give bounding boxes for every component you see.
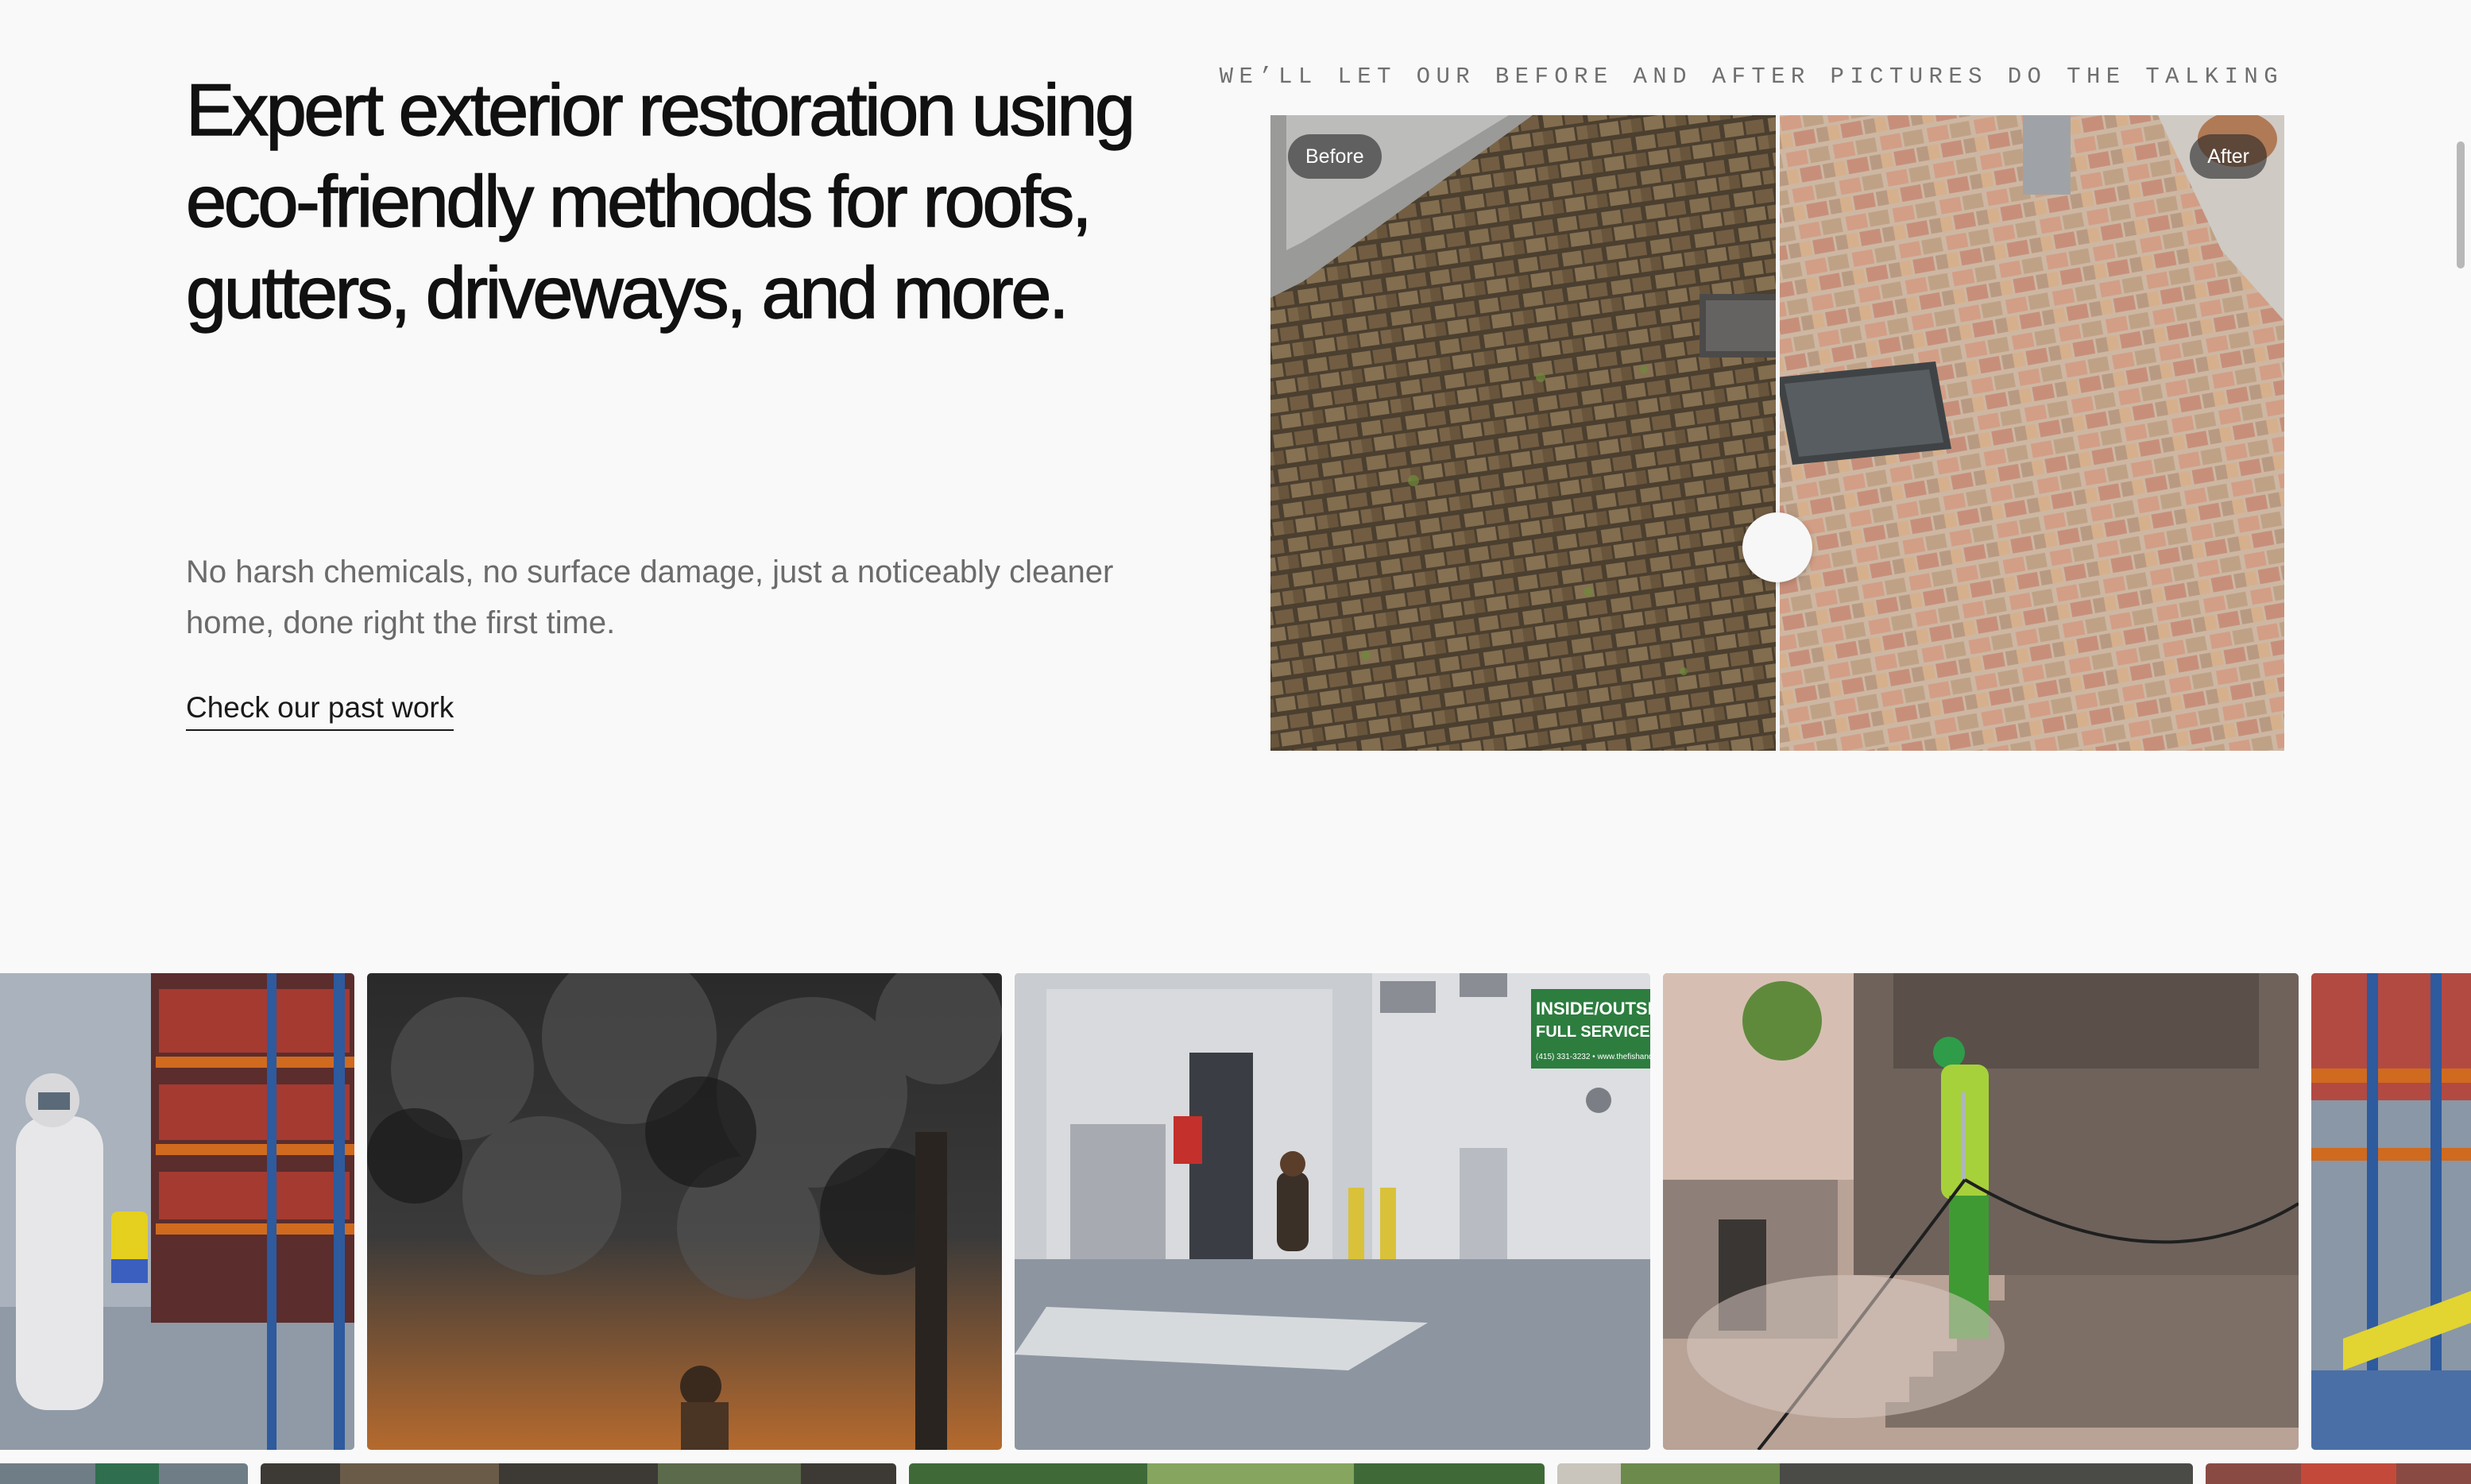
scrollbar-thumb[interactable]	[2457, 141, 2465, 269]
gallery-photo-stairs-washing	[1663, 973, 2299, 1450]
slider-divider	[1776, 115, 1780, 751]
check-past-work-link[interactable]: Check our past work	[186, 688, 454, 731]
gallery-photo-row2-4	[1557, 1463, 2193, 1484]
before-image	[1270, 115, 1777, 751]
gallery-photo-row2-5	[2206, 1463, 2471, 1484]
hero-subtext: No harsh chemicals, no surface damage, j…	[186, 555, 1114, 640]
gallery-photo-row2-2	[261, 1463, 896, 1484]
gallery-photo-restaurant-washing: INSIDE/OUTSIDE FULL SERVICE DINI (415) 3…	[1015, 973, 1650, 1450]
gallery-photo-warehouse-sprayer	[0, 973, 354, 1450]
gallery-photo-forest-worker	[367, 973, 1002, 1450]
before-after-slider[interactable]: Before After	[1270, 115, 2284, 751]
slider-handle[interactable]	[1742, 512, 1812, 582]
page-scrollbar[interactable]	[2449, 0, 2471, 1484]
gallery-photo-row2-3	[909, 1463, 1545, 1484]
hero-headline: Expert exterior restoration using eco-fr…	[185, 69, 1136, 334]
after-label: After	[2190, 134, 2267, 179]
page: Expert exterior restoration using eco-fr…	[0, 0, 2471, 1484]
before-after-caption: WE’LL LET OUR BEFORE AND AFTER PICTURES …	[1219, 64, 2283, 90]
gallery-photo-warehouse-partial	[2311, 973, 2471, 1450]
before-label: Before	[1288, 134, 1382, 179]
restaurant-sign-phone: (415) 331-3232 • www.thefishand...	[1536, 1053, 1650, 1061]
restaurant-sign-line2: FULL SERVICE DINI	[1536, 1023, 1650, 1041]
gallery-photo-row2-1	[0, 1463, 248, 1484]
after-image	[1777, 115, 2284, 751]
restaurant-sign-line1: INSIDE/OUTSIDE	[1536, 999, 1650, 1018]
